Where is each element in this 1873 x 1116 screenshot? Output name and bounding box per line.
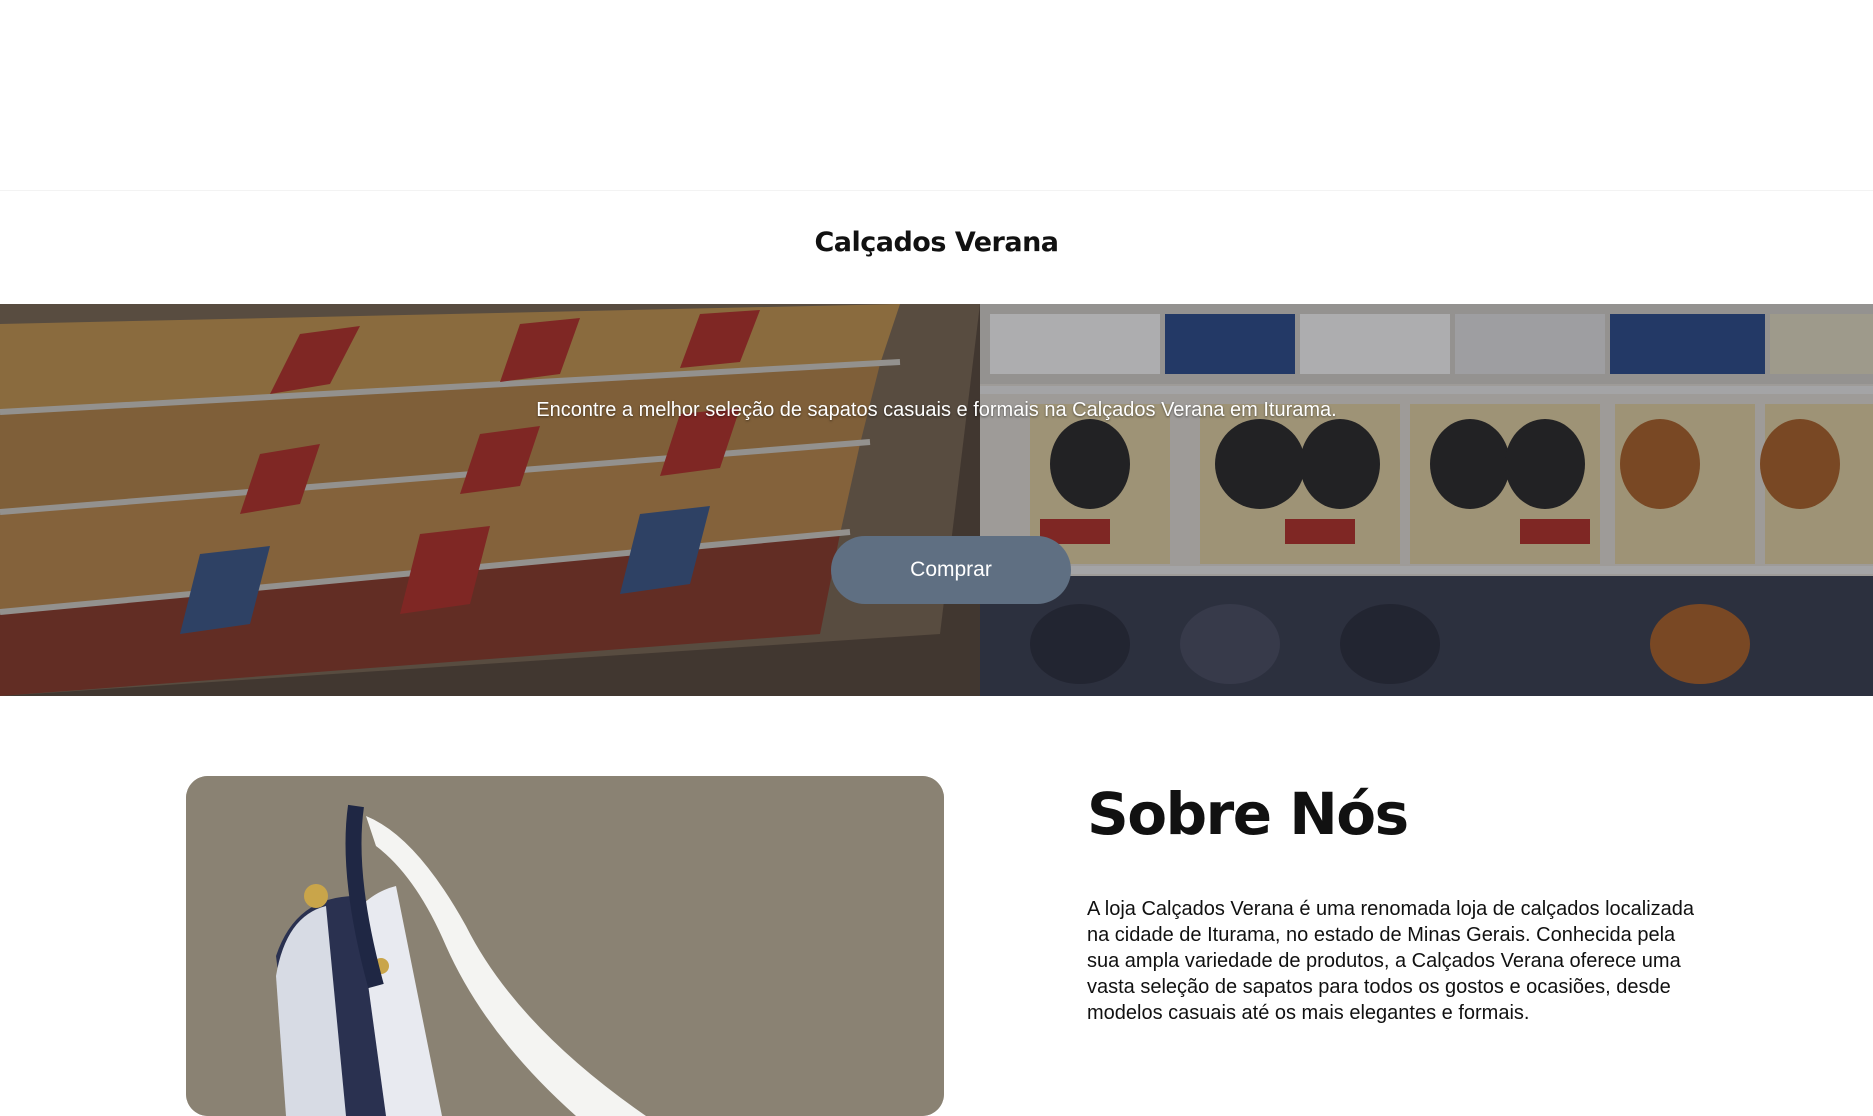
top-blank-area (0, 0, 1873, 190)
hero-subtitle: Encontre a melhor seleção de sapatos cas… (536, 399, 1337, 421)
hero-section: Encontre a melhor seleção de sapatos cas… (0, 304, 1873, 696)
comprar-button[interactable]: Comprar (831, 536, 1071, 604)
about-image (186, 776, 944, 1116)
about-paragraph-1: A loja Calçados Verana é uma renomada lo… (1087, 898, 1695, 1024)
hero-overlay (0, 304, 1873, 696)
about-title: Sobre Nós (1087, 780, 1409, 848)
slingback-shoe-image (186, 776, 944, 1116)
site-header: Calçados Verana (0, 190, 1873, 304)
site-brand[interactable]: Calçados Verana (814, 227, 1059, 258)
about-section: Sobre Nós A loja Calçados Verana é uma r… (0, 696, 1873, 1116)
